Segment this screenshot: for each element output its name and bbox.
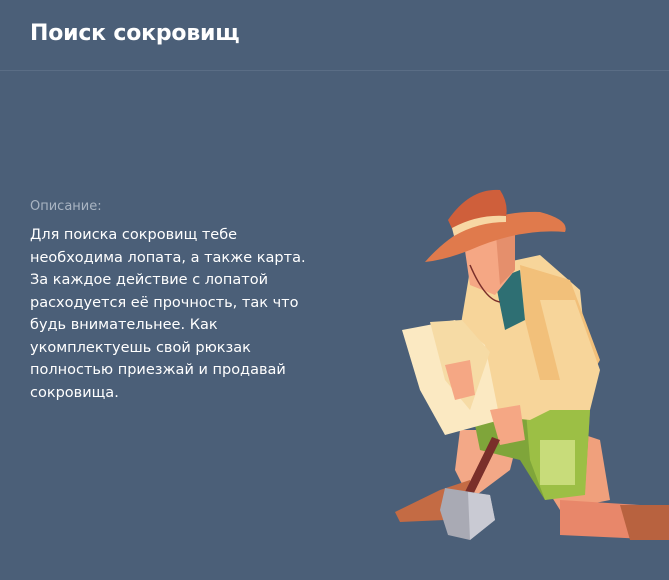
description-label: Описание: xyxy=(30,199,102,214)
page-title: Поиск сокровищ xyxy=(30,21,240,46)
page-header: Поиск сокровищ xyxy=(0,0,669,71)
treasure-hunter-illustration xyxy=(395,189,669,540)
description-text: Для поиска сокровищ тебе необходима лопа… xyxy=(30,227,306,401)
